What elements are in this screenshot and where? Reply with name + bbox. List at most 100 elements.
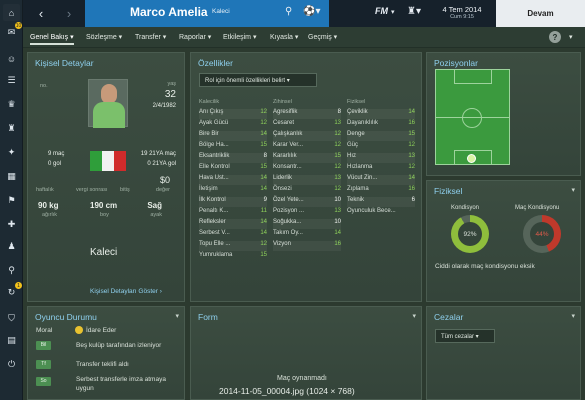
goalkeeping-attribute-row[interactable]: İletişim 14 <box>199 186 267 196</box>
physical-attribute-row[interactable]: Zıplama 16 <box>347 186 415 196</box>
show-details-link[interactable]: Kişisel Detayları Göster › <box>90 288 162 295</box>
physical-attribute-row[interactable]: Teknik 6 <box>347 197 415 207</box>
menu-compare[interactable]: Kıyasla ▾ <box>270 33 298 41</box>
tactics-icon[interactable]: ✦ <box>3 144 20 161</box>
goalkeeping-attribute-row[interactable]: Bölge Ha... 15 <box>199 142 267 152</box>
status-text-2: Transfer teklifi aldı <box>76 361 129 368</box>
notification-icon[interactable]: ↻ 1 <box>3 282 22 301</box>
search-icon[interactable]: ⚲ <box>285 6 292 17</box>
attribute-value: 8 <box>263 153 267 159</box>
goalkeeping-attribute-row[interactable]: Bire Bir 14 <box>199 131 267 141</box>
mental-attribute-row[interactable]: Kararlılık 15 <box>273 153 341 163</box>
attribute-name: Penaltı K... <box>199 208 229 214</box>
calendar-icon[interactable]: ▦ <box>3 168 20 185</box>
attribute-name: Konsantr... <box>273 164 302 170</box>
goalkeeping-attribute-row[interactable]: Ayak Gücü 12 <box>199 120 267 130</box>
people-icon[interactable]: ☺ <box>3 50 20 67</box>
mental-attribute-row[interactable]: Takım Oy... 14 <box>273 230 341 240</box>
mental-attribute-row[interactable]: Cesaret 13 <box>273 120 341 130</box>
mental-attribute-row[interactable]: Karar Ver... 12 <box>273 142 341 152</box>
globe-icon[interactable]: ⚽▾ <box>303 6 320 17</box>
mental-attribute-row[interactable]: Çalışkanlık 12 <box>273 131 341 141</box>
physical-attribute-row[interactable]: Vücut Zin... 14 <box>347 175 415 185</box>
staff-icon[interactable]: ♟ <box>3 238 20 255</box>
attribute-value: 15 <box>260 142 267 148</box>
mental-attribute-row[interactable]: Agresiflik 8 <box>273 109 341 119</box>
squad-icon[interactable]: ☰ <box>3 72 20 89</box>
menu-history[interactable]: Geçmiş ▾ <box>308 33 337 41</box>
chevron-down-icon[interactable]: ▾ <box>391 8 395 16</box>
game-icon[interactable]: ⏻ <box>3 356 20 373</box>
mental-attribute-row[interactable]: Liderlik 13 <box>273 175 341 185</box>
fm-logo[interactable]: FM <box>375 6 388 16</box>
goalkeeping-attribute-row[interactable]: Yumruklama 15 <box>199 252 267 262</box>
home-icon[interactable]: ⌂ <box>3 4 20 21</box>
attribute-filter-dropdown[interactable]: Rol için önemli özellikleri belirt ▾ <box>199 73 317 87</box>
attribute-name: Hızlanma <box>347 164 373 170</box>
condition-label: Kondisyon <box>451 205 480 211</box>
physical-attribute-row[interactable]: Hızlanma 12 <box>347 164 415 174</box>
physical-attribute-row[interactable]: Dayanıklılık 16 <box>347 120 415 130</box>
help-button[interactable]: ? <box>549 31 561 43</box>
attribute-name: Soğukka... <box>273 219 302 225</box>
goalkeeping-attribute-row[interactable]: Eksantriklik 8 <box>199 153 267 163</box>
search-icon[interactable]: ⚲ <box>3 262 20 279</box>
attribute-value: 13 <box>408 153 415 159</box>
physical-col-title: Fiziksel <box>347 99 366 105</box>
physical-attribute-row[interactable]: Hız 13 <box>347 153 415 163</box>
attribute-value: 15 <box>260 164 267 170</box>
goalkeeping-attribute-row[interactable]: Anı Çıkış 12 <box>199 109 267 119</box>
mental-attribute-row[interactable]: Konsantr... 12 <box>273 164 341 174</box>
continue-button[interactable]: Devam <box>496 0 585 27</box>
bans-filter-dropdown[interactable]: Tüm cezalar ▾ <box>435 329 495 343</box>
personal-details-panel: Kişisel Detaylar no. yaş 32 2/4/1982 9 m… <box>27 52 185 302</box>
menu-transfer[interactable]: Transfer ▾ <box>135 33 166 41</box>
attribute-name: Anı Çıkış <box>199 109 224 115</box>
mental-attribute-row[interactable]: Özel Yete... 10 <box>273 197 341 207</box>
date-box[interactable]: 4 Tem 2014 Cum 9:15 <box>432 2 492 24</box>
physical-attribute-row[interactable]: Çeviklik 14 <box>347 109 415 119</box>
attribute-value: 12 <box>260 241 267 247</box>
mental-attribute-row[interactable]: Pozisyon ... 13 <box>273 208 341 218</box>
physical-attribute-row[interactable]: Oyunculuk Bece... <box>347 208 415 218</box>
status-caret-icon[interactable]: ▾ <box>175 312 179 320</box>
match-condition-label: Maç Kondisyonu <box>515 205 560 211</box>
menu-overview[interactable]: Genel Bakış ▾ <box>30 33 74 45</box>
goalkeeping-attribute-row[interactable]: Hava Ust... 14 <box>199 175 267 185</box>
physical-attribute-row[interactable]: Güç 12 <box>347 142 415 152</box>
flag-green <box>90 151 102 171</box>
goalkeeping-attribute-row[interactable]: Elle Kontrol 15 <box>199 164 267 174</box>
mental-col-title: Zihinsel <box>273 99 292 105</box>
mental-attribute-row[interactable]: Önsezi 12 <box>273 186 341 196</box>
team-icon[interactable]: ♜ <box>3 120 20 137</box>
mental-attribute-row[interactable]: Vizyon 16 <box>273 241 341 251</box>
menu-contract[interactable]: Sözleşme ▾ <box>86 33 122 41</box>
forward-arrow-icon[interactable]: › <box>59 4 79 23</box>
attribute-value: 15 <box>408 131 415 137</box>
goalkeeping-attribute-row[interactable]: İlk Kontrol 9 <box>199 197 267 207</box>
mental-attribute-row[interactable]: Soğukka... 10 <box>273 219 341 229</box>
scout-icon[interactable]: ✚ <box>3 216 20 233</box>
bans-caret-icon[interactable]: ▾ <box>571 312 575 320</box>
form-panel: Form ▾ Maç oynanmadı 2014-11-05_00004.jp… <box>190 306 422 400</box>
menu-interaction[interactable]: Etkileşim ▾ <box>223 33 256 41</box>
menu-reports[interactable]: Raporlar ▾ <box>179 33 211 41</box>
shield-icon[interactable]: ⛉ <box>3 310 20 327</box>
attribute-value: 16 <box>408 120 415 126</box>
notification-badge: 1 <box>15 282 22 289</box>
goalkeeping-attribute-row[interactable]: Refleksler 14 <box>199 219 267 229</box>
attribute-value: 12 <box>334 164 341 170</box>
menu-chevron-icon[interactable]: ▾ <box>569 33 573 41</box>
physical-attribute-row[interactable]: Denge 15 <box>347 131 415 141</box>
training-icon[interactable]: ⚑ <box>3 192 20 209</box>
form-caret-icon[interactable]: ▾ <box>412 312 416 320</box>
physical-caret-icon[interactable]: ▾ <box>571 186 575 194</box>
inbox-icon[interactable]: ✉ 10 <box>3 22 22 41</box>
goalkeeping-attribute-row[interactable]: Penaltı K... 11 <box>199 208 267 218</box>
bell-icon[interactable]: ♜▾ <box>407 6 421 17</box>
goalkeeping-attribute-row[interactable]: Topu Elle ... 12 <box>199 241 267 251</box>
back-arrow-icon[interactable]: ‹ <box>31 4 51 23</box>
club-icon[interactable]: ▤ <box>3 332 20 349</box>
goalkeeping-attribute-row[interactable]: Serbest V... 14 <box>199 230 267 240</box>
trophy-icon[interactable]: ♛ <box>3 96 20 113</box>
